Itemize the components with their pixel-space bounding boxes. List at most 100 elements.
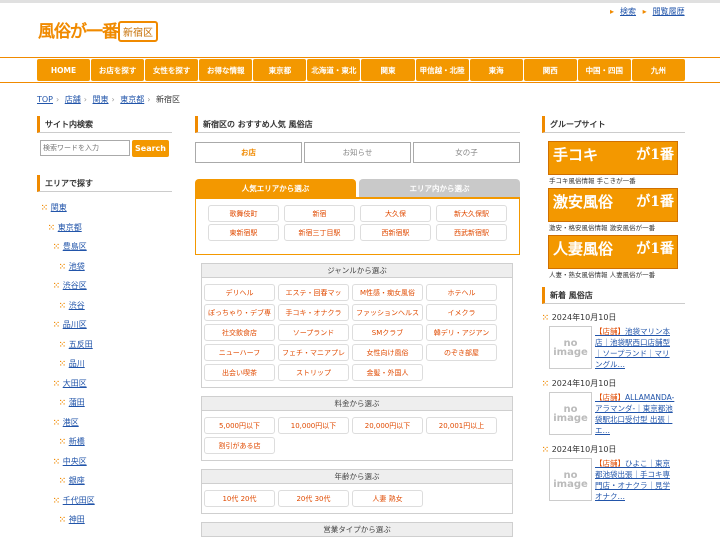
list-item[interactable]: ⁙ 中央区 [37,452,172,472]
bullet-icon: ▸ [610,7,615,16]
no-image-thumbnail[interactable]: no image [549,326,592,369]
area-button[interactable]: 西武新宿駅 [436,224,507,241]
genre-button[interactable]: のぞき部屋 [426,344,497,361]
list-item[interactable]: ⁙ 蒲田 [37,393,172,413]
list-item[interactable]: ⁙ 池袋 [37,257,172,277]
genre-button[interactable]: ニューハーフ [204,344,275,361]
nav-shops[interactable]: お店を探す [91,59,145,81]
area-button[interactable]: 大久保 [360,205,431,222]
list-item[interactable]: ⁙ 渋谷 [37,296,172,316]
list-item[interactable]: ⁙ 神田 [37,510,172,530]
genre-button[interactable]: 社交飲食店 [204,324,275,341]
breadcrumb-shops[interactable]: 店舗 [65,95,81,104]
list-item[interactable]: ⁙ 品川 [37,354,172,374]
price-button[interactable]: 10,000円以下 [278,417,349,434]
age-button[interactable]: 人妻 熟女 [352,490,423,507]
list-item[interactable]: ⁙ 港区 [37,413,172,433]
tab-inner-area[interactable]: エリア内から選ぶ [359,179,520,197]
genre-button[interactable]: 女性向け風俗 [352,344,423,361]
nav-hokkaido[interactable]: 北海道・東北 [307,59,361,81]
grid-icon: ⁙ [542,312,549,322]
nav-koshinetsu[interactable]: 甲信越・北陸 [415,59,469,81]
genre-button[interactable]: ソープランド [278,324,349,341]
genre-button[interactable]: ファッションヘルス [352,304,423,321]
age-button[interactable]: 10代 20代 [204,490,275,507]
tab-news[interactable]: お知らせ [304,142,411,163]
list-item[interactable]: ⁙ 関東 [37,198,172,218]
genre-button[interactable]: 金髪・外国人 [352,364,423,381]
grid-icon: ⁙ [542,378,549,388]
genre-button[interactable]: ホテヘル [426,284,497,301]
area-button[interactable]: 東新宿駅 [208,224,279,241]
genre-button[interactable]: 出会い喫茶 [204,364,275,381]
list-item: ⁙ 2024年10月10日 no image 【店舗】ALLAMANDA-アラマン… [542,376,685,436]
genre-button[interactable]: SMクラブ [352,324,423,341]
nav-home[interactable]: HOME [37,59,91,81]
breadcrumb-kanto[interactable]: 関東 [93,95,109,104]
no-image-thumbnail[interactable]: no image [549,392,592,435]
tab-girls[interactable]: 女の子 [413,142,520,163]
genre-button[interactable]: ぽっちゃり・デブ専 [204,304,275,321]
grid-icon: ⁙ [53,456,60,466]
nav-chugoku[interactable]: 中国・四国 [577,59,631,81]
nav-kyushu[interactable]: 九州 [631,59,685,81]
banner-hitozuma[interactable]: 人妻風俗 が1番 人妻・熟女風俗情報 人妻風俗が一番 [548,235,678,279]
nav-tokai[interactable]: 東海 [469,59,523,81]
genre-button[interactable]: エステ・回春マッ [278,284,349,301]
no-image-thumbnail[interactable]: no image [549,458,592,501]
price-button[interactable]: 20,001円以上 [426,417,497,434]
nav-tokyo[interactable]: 東京都 [253,59,307,81]
site-logo[interactable]: 風俗が一番 [38,17,119,42]
nav-kansai[interactable]: 関西 [523,59,577,81]
search-button[interactable]: Search [132,140,169,157]
banner-gekiyasu[interactable]: 激安風俗 が1番 激安・格安風俗情報 激安風俗が一番 [548,188,678,232]
tab-popular-area[interactable]: 人気エリアから選ぶ [195,179,356,197]
genre-button[interactable]: M性感・痴女風俗 [352,284,423,301]
list-item[interactable]: ⁙ 新橋 [37,432,172,452]
genre-title: ジャンルから選ぶ [201,263,513,278]
genre-button[interactable]: 手コキ・オナクラ [278,304,349,321]
list-item[interactable]: ⁙ 大田区 [37,374,172,394]
age-button[interactable]: 20代 30代 [278,490,349,507]
grid-icon: ⁙ [59,359,66,369]
list-item[interactable]: ⁙ 五反田 [37,335,172,355]
list-item[interactable]: ⁙ 銀座 [37,471,172,491]
nav-deals[interactable]: お得な情報 [199,59,253,81]
banner-tekoki[interactable]: 手コキ が1番 手コキ風俗情報 手こきが一番 [548,141,678,185]
grid-icon: ⁙ [53,242,60,252]
area-search-title: エリアで探す [37,175,172,192]
list-item[interactable]: ⁙ 渋谷区 [37,276,172,296]
breadcrumb-top[interactable]: TOP [37,95,53,104]
area-button[interactable]: 新宿三丁目駅 [284,224,355,241]
news-link[interactable]: 【店舗】ひよこ｜東京都池袋出張｜手コキ専門店・オナクラ｜見学オナク… [595,458,677,502]
genre-button[interactable]: ストリップ [278,364,349,381]
list-item[interactable]: ⁙ 品川区 [37,315,172,335]
area-button[interactable]: 新大久保駅 [436,205,507,222]
genre-button[interactable]: フェチ・マニアプレ [278,344,349,361]
discount-button[interactable]: 割引がある店 [204,437,275,454]
genre-button[interactable]: 韓デリ・アジアン [426,324,497,341]
nav-girls[interactable]: 女性を探す [145,59,199,81]
list-item[interactable]: ⁙ 豊島区 [37,237,172,257]
history-link[interactable]: 閲覧履歴 [653,7,685,16]
search-input[interactable] [40,140,130,156]
area-button[interactable]: 西新宿駅 [360,224,431,241]
price-title: 料金から選ぶ [201,396,513,411]
list-item[interactable]: ⁙ 東京都 [37,218,172,238]
area-button[interactable]: 歌舞伎町 [208,205,279,222]
group-site-title: グループサイト [542,116,685,133]
search-link[interactable]: 検索 [620,7,636,16]
tab-shops[interactable]: お店 [195,142,302,163]
news-link[interactable]: 【店舗】ALLAMANDA-アラマンダ-｜東京都池袋駅北口受付型 出張｜エ… [595,392,677,436]
list-item[interactable]: ⁙ 千代田区 [37,491,172,511]
breadcrumb-tokyo[interactable]: 東京都 [120,95,144,104]
genre-button[interactable]: イメクラ [426,304,497,321]
price-button[interactable]: 20,000円以下 [352,417,423,434]
nav-kanto[interactable]: 関東 [361,59,415,81]
genre-button[interactable]: デリヘル [204,284,275,301]
area-button[interactable]: 新宿 [284,205,355,222]
nav-border [0,57,720,58]
news-link[interactable]: 【店舗】池袋マリン本店｜池袋駅西口店舗型｜ソープランド｜マリングル… [595,326,677,370]
age-title: 年齢から選ぶ [201,469,513,484]
price-button[interactable]: 5,000円以下 [204,417,275,434]
